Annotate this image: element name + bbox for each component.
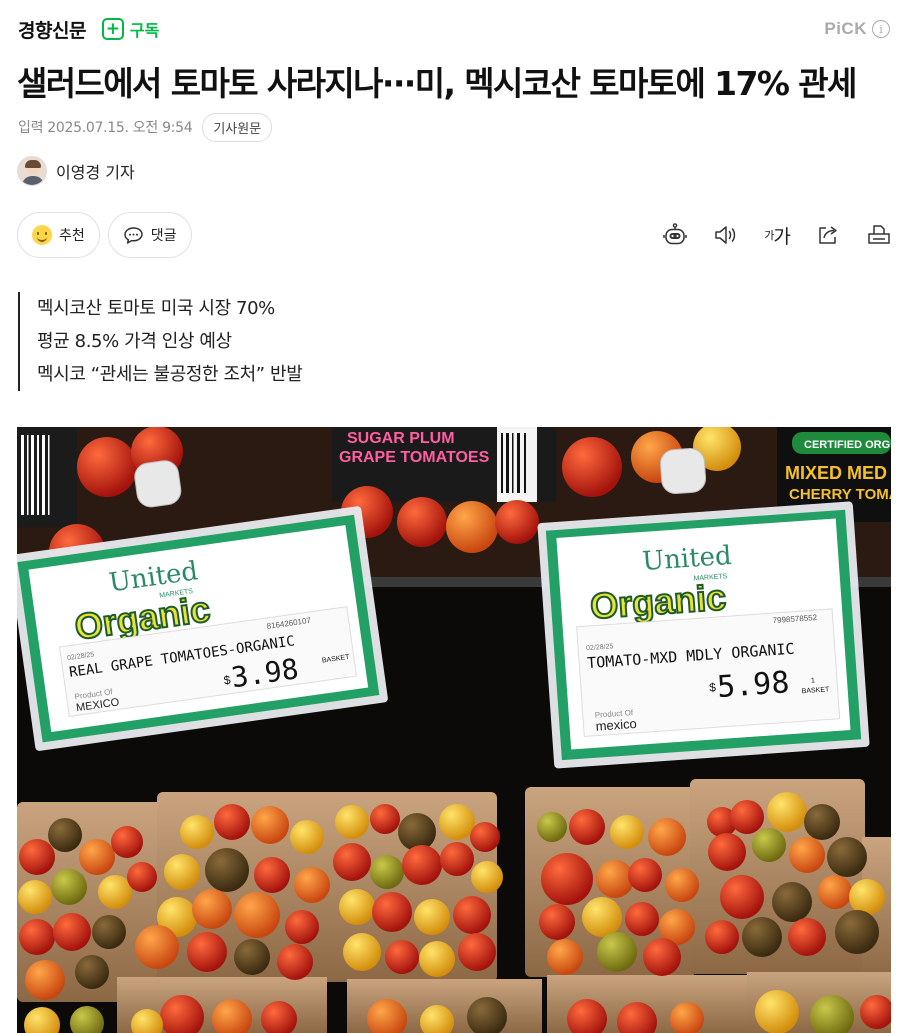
info-icon[interactable]: i bbox=[872, 20, 890, 38]
article-tools: 가가 bbox=[637, 222, 892, 248]
avatar bbox=[17, 156, 47, 186]
recommend-label: 추천 bbox=[59, 228, 85, 244]
comment-button[interactable]: 댓글 bbox=[107, 212, 192, 258]
press-name[interactable]: 경향신문 bbox=[18, 16, 86, 43]
print-icon[interactable] bbox=[866, 222, 892, 248]
article-meta: 입력 2025.07.15. 오전 9:54 기사원문 bbox=[18, 112, 273, 142]
top-bar: 경향신문 + 구독 PiCK i bbox=[18, 14, 890, 44]
author-name[interactable]: 이영경 기자 bbox=[56, 159, 135, 183]
author-info[interactable]: 이영경 기자 bbox=[17, 155, 135, 187]
recommend-button[interactable]: 추천 bbox=[17, 212, 100, 258]
tomato-price-tag-photo: SUGAR PLUM GRAPE TOMATOES CERTIFIED ORG … bbox=[17, 427, 891, 1033]
package-label: CHERRY TOMA bbox=[789, 486, 891, 503]
summary-line: 평균 8.5% 가격 인상 예상 bbox=[37, 331, 232, 352]
tag-brand: United bbox=[641, 541, 732, 577]
summary-line: 멕시코 “관세는 불공정한 조처” 반발 bbox=[37, 364, 303, 385]
robot-summary-icon[interactable] bbox=[662, 222, 688, 248]
package-label: MIXED MED bbox=[785, 463, 887, 483]
comment-label: 댓글 bbox=[150, 228, 177, 244]
speech-bubble-icon bbox=[123, 226, 144, 245]
plus-icon: + bbox=[101, 18, 124, 40]
package-label: SUGAR PLUM bbox=[347, 430, 455, 447]
package-label: GRAPE TOMATOES bbox=[339, 449, 490, 466]
font-size-icon[interactable]: 가가 bbox=[764, 222, 791, 248]
article-photo: SUGAR PLUM GRAPE TOMATOES CERTIFIED ORG … bbox=[17, 427, 891, 1033]
article-headline: 샐러드에서 토마토 사라지나···미, 멕시코산 토마토에 17% 관세 bbox=[17, 64, 857, 103]
action-bar: 추천 댓글 가가 bbox=[17, 212, 892, 258]
subscribe-button[interactable]: + 구독 bbox=[101, 17, 160, 41]
tag-qty: 1 bbox=[811, 677, 815, 684]
smile-icon bbox=[32, 225, 52, 245]
tag-price: 5.98 bbox=[716, 665, 791, 705]
share-icon[interactable] bbox=[815, 222, 841, 248]
tag-origin: mexico bbox=[595, 716, 637, 734]
original-article-button[interactable]: 기사원문 bbox=[202, 112, 273, 142]
pick-badge[interactable]: PiCK i bbox=[824, 19, 890, 39]
subscribe-label: 구독 bbox=[129, 21, 160, 40]
pick-label: PiCK bbox=[824, 19, 867, 38]
summary-line: 멕시코산 토마토 미국 시장 70% bbox=[37, 298, 275, 319]
publish-date: 입력 2025.07.15. 오전 9:54 bbox=[18, 120, 193, 136]
article-summary: 멕시코산 토마토 미국 시장 70% 평균 8.5% 가격 인상 예상 멕시코 … bbox=[18, 292, 303, 391]
speaker-icon[interactable] bbox=[713, 222, 739, 248]
svg-text:$: $ bbox=[709, 680, 717, 694]
package-label: CERTIFIED ORG bbox=[804, 439, 890, 451]
